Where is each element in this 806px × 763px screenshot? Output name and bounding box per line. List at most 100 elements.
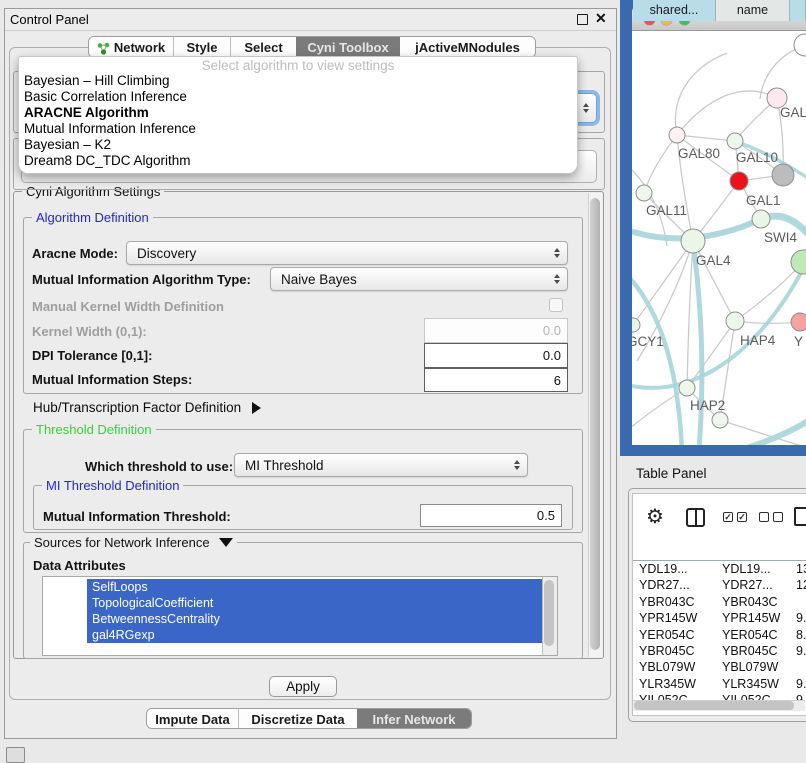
hub-definition-toggle[interactable]: Hub/Transcription Factor Definition xyxy=(33,400,261,415)
table-cell: YPR145W xyxy=(716,610,790,626)
table-cell: YDR27... xyxy=(716,577,790,593)
unchecked-pair-icon[interactable] xyxy=(759,512,783,522)
popup-item[interactable]: Bayesian – K2 xyxy=(19,137,577,153)
checked-pair-icon[interactable]: ✓✓ xyxy=(723,512,747,522)
tab-network[interactable]: Network xyxy=(89,37,173,58)
svg-text:HAP2: HAP2 xyxy=(690,398,725,413)
apply-button[interactable]: Apply xyxy=(269,676,337,697)
table-cell: YBR043C xyxy=(716,594,790,610)
table-row[interactable]: YIL052CYIL052C9 xyxy=(633,692,806,700)
combo-stepper-icon xyxy=(583,103,589,113)
split-columns-icon[interactable] xyxy=(686,508,705,527)
table-row[interactable]: YER054CYER054C8. xyxy=(633,627,806,643)
table-panel-title: Table Panel xyxy=(636,466,707,481)
dpi-tolerance-field[interactable]: 0.0 xyxy=(424,343,568,368)
threshold-definition-title: Threshold Definition xyxy=(32,422,156,437)
page-icon[interactable] xyxy=(794,507,806,526)
mi-steps-field[interactable]: 6 xyxy=(424,368,568,392)
dock-corner-button[interactable] xyxy=(6,747,25,763)
table-row[interactable]: YBR043CYBR043C xyxy=(633,594,806,610)
table-cell: 8. xyxy=(790,627,806,643)
tab-select[interactable]: Select xyxy=(230,37,296,58)
sources-title: Sources for Network Inference xyxy=(34,535,210,550)
list-item[interactable]: gal4RGexp xyxy=(87,627,558,643)
algorithm-popup: Select algorithm to view settings Bayesi… xyxy=(18,56,578,174)
table-cell: YLR345W xyxy=(716,676,790,692)
desktop: { "control_panel": { "title": "Control P… xyxy=(0,0,806,762)
table-row[interactable]: YBR045CYBR045C9. xyxy=(633,643,806,659)
table-cell: YBR043C xyxy=(633,594,716,610)
table-gear-icon[interactable]: ⚙ xyxy=(646,504,664,529)
which-threshold-value: MI Threshold xyxy=(245,458,324,473)
svg-text:GAL1: GAL1 xyxy=(746,193,781,208)
table-cell: YDL19... xyxy=(716,561,790,577)
close-icon[interactable]: ✕ xyxy=(595,10,607,27)
table-cell: YIL052C xyxy=(716,692,790,700)
data-attributes-label: Data Attributes xyxy=(33,558,126,573)
tab-impute-data[interactable]: Impute Data xyxy=(147,709,238,729)
popup-item[interactable]: Mutual Information Inference xyxy=(19,121,577,137)
svg-text:HAP4: HAP4 xyxy=(740,333,776,348)
svg-text:GAL11: GAL11 xyxy=(646,203,687,218)
kernel-width-field[interactable]: 0.0 xyxy=(424,318,568,343)
manual-kernel-label: Manual Kernel Width Definition xyxy=(32,299,224,314)
table-row[interactable]: YPR145WYPR145W9. xyxy=(633,610,806,626)
table-row[interactable]: YDR27...YDR27...12 xyxy=(633,577,806,593)
table-cell: 12 xyxy=(790,577,806,593)
list-item[interactable]: TopologicalCoefficient xyxy=(87,595,558,611)
popup-placeholder: Select algorithm to view settings xyxy=(19,58,577,73)
table-cell: YLR345W xyxy=(633,676,716,692)
svg-text:Y: Y xyxy=(794,334,803,349)
table-hscrollbar-thumb[interactable] xyxy=(634,701,794,710)
data-attributes-list[interactable]: SelfLoops TopologicalCoefficient Between… xyxy=(42,576,558,656)
column-header-shared[interactable]: shared... xyxy=(633,0,716,21)
svg-text:GAL10: GAL10 xyxy=(736,150,778,165)
tab-style[interactable]: Style xyxy=(173,37,230,58)
sources-toggle[interactable]: Sources for Network Inference xyxy=(30,535,237,550)
network-canvas[interactable]: GALGAL80GAL10GAL1GAL11SWI4GAL4GCY1HAP4YH… xyxy=(632,31,806,445)
column-header-name[interactable]: name xyxy=(716,0,790,21)
popup-item[interactable]: Bayesian – Hill Climbing xyxy=(19,73,577,89)
column-header-extra[interactable] xyxy=(790,0,806,21)
table-cell: 9. xyxy=(790,676,806,692)
table-cell: 9 xyxy=(790,692,806,700)
tab-discretize-data[interactable]: Discretize Data xyxy=(238,709,357,729)
settings-scrollbar-thumb[interactable] xyxy=(590,198,600,650)
list-item[interactable]: BetweennessCentrality xyxy=(87,611,558,627)
mi-threshold-title: MI Threshold Definition xyxy=(42,478,183,493)
svg-text:GAL4: GAL4 xyxy=(696,253,731,268)
mi-threshold-field[interactable]: 0.5 xyxy=(420,504,562,527)
svg-text:GAL80: GAL80 xyxy=(678,146,720,161)
which-threshold-combo[interactable]: MI Threshold xyxy=(234,453,528,477)
tab-infer-network[interactable]: Infer Network xyxy=(357,709,471,729)
popup-item-selected[interactable]: ARACNE Algorithm xyxy=(19,105,577,121)
aracne-mode-label: Aracne Mode: xyxy=(32,246,118,261)
manual-kernel-checkbox[interactable] xyxy=(549,298,563,312)
mi-steps-label: Mutual Information Steps: xyxy=(32,372,192,387)
mi-type-combo[interactable]: Naive Bayes xyxy=(270,267,568,291)
aracne-mode-value: Discovery xyxy=(137,246,196,261)
network-tab-icon xyxy=(97,42,110,55)
tab-network-label: Network xyxy=(114,37,165,58)
popup-item[interactable]: Dream8 DC_TDC Algorithm xyxy=(19,153,577,169)
table-cell: YER054C xyxy=(716,627,790,643)
table-row[interactable]: YBL079WYBL079W xyxy=(633,659,806,675)
table-cell: YIL052C xyxy=(633,692,716,700)
table-cell: YDR27... xyxy=(633,577,716,593)
aracne-mode-combo[interactable]: Discovery xyxy=(126,241,568,265)
svg-text:GCY1: GCY1 xyxy=(632,334,664,349)
table-cell: 9. xyxy=(790,610,806,626)
table-row[interactable]: YDL19...YDL19...13 xyxy=(633,561,806,577)
combo-stepper-icon xyxy=(554,248,560,258)
list-item[interactable]: SelfLoops xyxy=(87,579,558,595)
mi-threshold-label: Mutual Information Threshold: xyxy=(43,509,231,524)
dpi-tolerance-label: DPI Tolerance [0,1]: xyxy=(32,348,152,363)
table-cell: YER054C xyxy=(633,627,716,643)
list-scrollbar-thumb[interactable] xyxy=(544,580,554,646)
popup-item[interactable]: Basic Correlation Inference xyxy=(19,89,577,105)
tab-cyni-toolbox[interactable]: Cyni Toolbox xyxy=(296,37,400,58)
tab-jactivemnodules[interactable]: jActiveMNodules xyxy=(400,37,535,58)
mi-type-label: Mutual Information Algorithm Type: xyxy=(32,272,251,287)
table-row[interactable]: YLR345WYLR345W9. xyxy=(633,676,806,692)
float-window-icon[interactable] xyxy=(577,14,588,25)
